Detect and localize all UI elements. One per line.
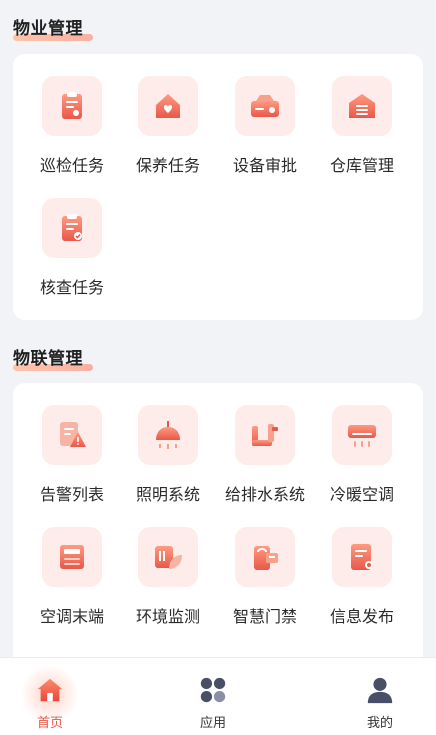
grid-item-label: 仓库管理 xyxy=(329,156,394,175)
device-approval-icon xyxy=(235,76,295,136)
grid-item-label: 给排水系统 xyxy=(224,485,305,504)
section-title-iot: 物联管理 xyxy=(13,344,93,371)
property-management-card: 巡检任务 保养任务 设备审批 仓库管理 核查任务 xyxy=(13,54,423,320)
grid-item-verification[interactable]: 核查任务 xyxy=(21,198,123,298)
user-icon xyxy=(364,674,396,706)
grid-item-ac-terminal[interactable]: 空调末端 xyxy=(21,527,123,627)
grid-item-label: 空调末端 xyxy=(39,607,104,626)
ac-terminal-icon xyxy=(42,527,102,587)
section-title-property-text: 物业管理 xyxy=(13,19,83,39)
grid-item-maintenance[interactable]: 保养任务 xyxy=(117,76,219,176)
grid-item-device-approval[interactable]: 设备审批 xyxy=(214,76,316,176)
grid-item-inspection[interactable]: 巡检任务 xyxy=(21,76,123,176)
tab-apps[interactable]: 应用 xyxy=(173,658,253,735)
grid-item-info-publish[interactable]: 信息发布 xyxy=(311,527,413,627)
grid-item-label: 告警列表 xyxy=(39,485,104,504)
grid-item-label: 冷暖空调 xyxy=(329,485,394,504)
grid-item-hvac[interactable]: 冷暖空调 xyxy=(311,405,413,505)
lamp-icon xyxy=(138,405,198,465)
bottom-tab-bar: 首页 应用 我的 xyxy=(0,657,436,735)
air-conditioner-icon xyxy=(332,405,392,465)
grid-item-label: 保养任务 xyxy=(135,156,200,175)
grid-item-label: 核查任务 xyxy=(39,278,104,297)
grid-item-label: 智慧门禁 xyxy=(232,607,297,626)
pipe-faucet-icon xyxy=(235,405,295,465)
grid-item-label: 环境监测 xyxy=(135,607,200,626)
info-publish-icon xyxy=(332,527,392,587)
alert-list-icon xyxy=(42,405,102,465)
clipboard-check-icon xyxy=(42,198,102,258)
section-title-iot-text: 物联管理 xyxy=(13,349,83,369)
iot-management-card: 告警列表 照明系统 给排水系统 冷暖空调 空调末端 环境监测 智慧门禁 信息发布 xyxy=(13,383,423,673)
grid-item-alerts[interactable]: 告警列表 xyxy=(21,405,123,505)
home-icon xyxy=(34,674,66,706)
tab-home[interactable]: 首页 xyxy=(10,658,90,735)
grid-item-lighting[interactable]: 照明系统 xyxy=(117,405,219,505)
grid-item-water-system[interactable]: 给排水系统 xyxy=(214,405,316,505)
door-access-icon xyxy=(235,527,295,587)
grid-item-label: 信息发布 xyxy=(329,607,394,626)
grid-item-label: 照明系统 xyxy=(135,485,200,504)
clipboard-person-icon xyxy=(42,76,102,136)
grid-item-warehouse[interactable]: 仓库管理 xyxy=(311,76,413,176)
environment-leaf-icon xyxy=(138,527,198,587)
tab-apps-label: 应用 xyxy=(199,716,226,731)
tab-profile[interactable]: 我的 xyxy=(340,658,420,735)
grid-item-environment[interactable]: 环境监测 xyxy=(117,527,219,627)
tab-profile-label: 我的 xyxy=(366,716,393,731)
section-title-property: 物业管理 xyxy=(13,14,93,41)
house-heart-icon xyxy=(138,76,198,136)
apps-grid-icon xyxy=(197,674,229,706)
grid-item-label: 设备审批 xyxy=(232,156,297,175)
grid-item-label: 巡检任务 xyxy=(39,156,104,175)
grid-item-door-access[interactable]: 智慧门禁 xyxy=(214,527,316,627)
tab-home-label: 首页 xyxy=(36,716,63,731)
warehouse-icon xyxy=(332,76,392,136)
